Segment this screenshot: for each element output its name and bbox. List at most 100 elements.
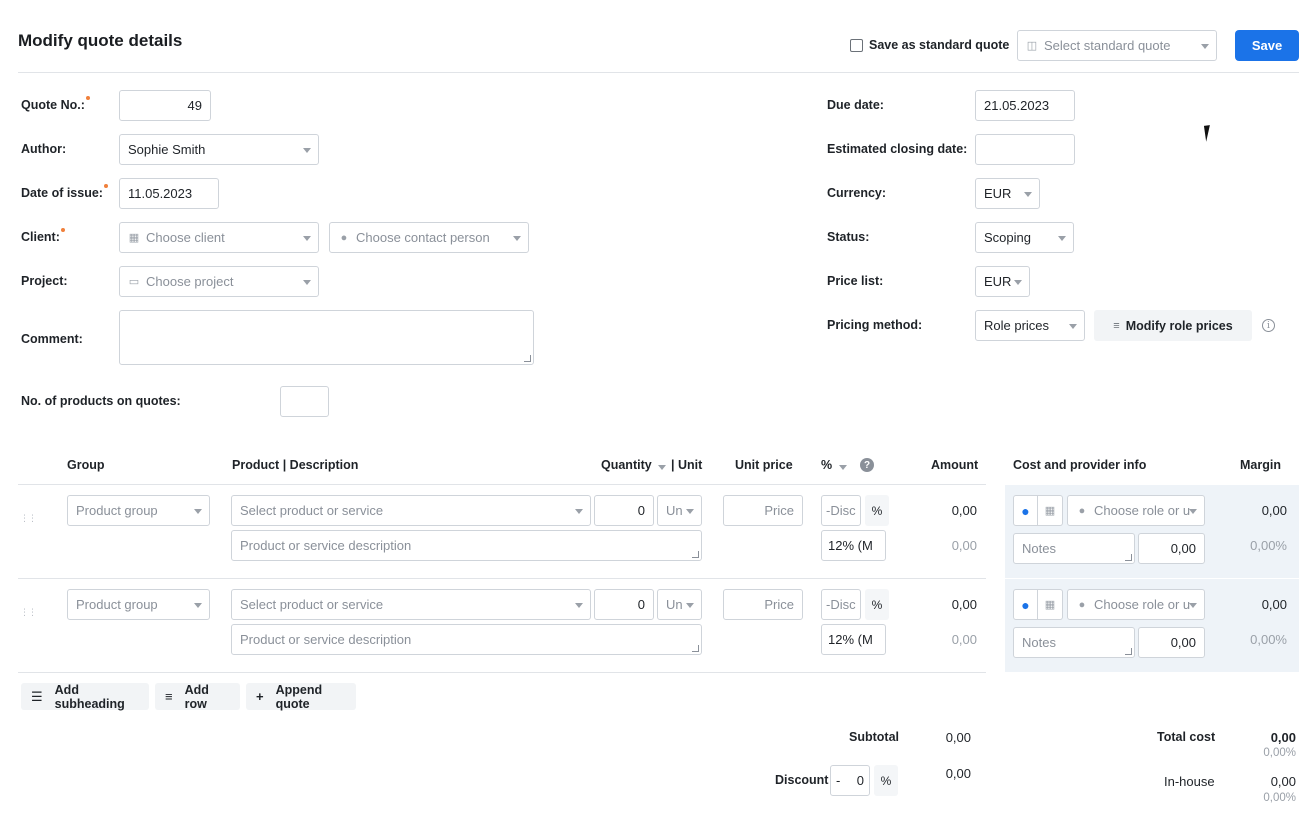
chevron-down-icon (1189, 508, 1197, 514)
author-select[interactable]: Sophie Smith (119, 134, 319, 165)
append-quote-button[interactable]: + Append quote (246, 682, 356, 711)
role-placeholder: Choose role or u (1094, 597, 1191, 612)
amount-value: 0,00 (951, 597, 977, 612)
chevron-down-icon (303, 235, 311, 241)
product-select[interactable]: Select product or service (231, 589, 591, 620)
subtotal-value: 0,00 (945, 730, 971, 745)
cost-input[interactable]: 0,00 (1138, 627, 1205, 658)
building-icon: ▦ (128, 232, 140, 244)
closing-date-input[interactable] (975, 134, 1075, 165)
contact-person-select[interactable]: ● Choose contact person (329, 222, 529, 253)
add-row-button[interactable]: ≡ Add row (155, 683, 240, 711)
mouse-cursor-icon (1203, 124, 1219, 142)
column-header-quantity[interactable]: Quantity (601, 458, 652, 472)
comment-textarea[interactable] (119, 310, 534, 365)
chevron-down-icon (1189, 602, 1197, 608)
discount-label: Discount (775, 773, 829, 787)
description-textarea[interactable]: Product or service description (231, 624, 702, 655)
client-label: Client: (21, 228, 65, 244)
add-subheading-button[interactable]: ☰ Add subheading (21, 682, 149, 711)
save-standard-label[interactable]: Save as standard quote (869, 38, 1009, 52)
table-header-divider (18, 484, 986, 485)
drag-handle-icon[interactable]: ⋮⋮ (20, 513, 37, 524)
save-button[interactable]: Save (1235, 30, 1299, 61)
chevron-down-icon (194, 508, 202, 514)
price-list-select[interactable]: EUR (975, 266, 1030, 297)
unit-select[interactable]: Un (657, 589, 702, 620)
price-input[interactable]: Price (723, 495, 803, 526)
resize-handle-icon[interactable] (524, 355, 531, 362)
status-select[interactable]: Scoping (975, 222, 1074, 253)
role-select[interactable]: ● Choose role or u (1067, 589, 1205, 620)
discount-value: 0 (856, 773, 864, 788)
status-value: Scoping (984, 230, 1031, 245)
save-standard-checkbox[interactable] (850, 39, 863, 52)
price-input[interactable]: Price (723, 589, 803, 620)
client-select[interactable]: ▦ Choose client (119, 222, 319, 253)
notes-placeholder: Notes (1022, 541, 1056, 556)
discount-amount-value: 0,00 (945, 766, 971, 781)
product-placeholder: Select product or service (240, 597, 384, 612)
help-icon[interactable]: ? (860, 458, 874, 472)
person-toggle-icon[interactable]: ● (1013, 495, 1038, 526)
chevron-down-icon (575, 602, 583, 608)
person-icon: ● (1078, 598, 1086, 611)
product-group-placeholder: Product group (76, 503, 158, 518)
unit-value: Un (666, 597, 683, 612)
role-placeholder: Choose role or u (1094, 503, 1191, 518)
resize-handle-icon[interactable] (692, 645, 699, 652)
description-textarea[interactable]: Product or service description (231, 530, 702, 561)
person-toggle-icon[interactable]: ● (1013, 589, 1038, 620)
discount-unit-button[interactable]: % (865, 589, 889, 620)
chevron-down-icon (686, 508, 694, 514)
margin-percent-value: 0,00% (1250, 538, 1287, 553)
drag-handle-icon[interactable]: ⋮⋮ (20, 607, 37, 618)
product-select[interactable]: Select product or service (231, 495, 591, 526)
due-date-input[interactable]: 21.05.2023 (975, 90, 1075, 121)
role-select[interactable]: ● Choose role or u (1067, 495, 1205, 526)
date-of-issue-input[interactable]: 11.05.2023 (119, 178, 219, 209)
products-count-input[interactable] (280, 386, 329, 417)
resize-handle-icon[interactable] (1125, 554, 1132, 561)
currency-select[interactable]: EUR (975, 178, 1040, 209)
notes-input[interactable]: Notes (1013, 533, 1135, 564)
total-discount-input[interactable]: - 0 (830, 765, 870, 796)
cost-input[interactable]: 0,00 (1138, 533, 1205, 564)
discount-unit-button[interactable]: % (865, 495, 889, 526)
row-divider (18, 672, 986, 673)
pricing-method-label: Pricing method: (827, 318, 923, 332)
pricing-method-select[interactable]: Role prices (975, 310, 1085, 341)
discount-input[interactable]: -Disc (821, 589, 861, 620)
description-placeholder: Product or service description (240, 632, 412, 647)
products-count-label: No. of products on quotes: (21, 394, 181, 408)
document-icon: ◫ (1026, 40, 1038, 52)
quantity-input[interactable]: 0 (594, 589, 654, 620)
percent-dropdown-icon[interactable] (839, 465, 847, 470)
total-cost-percent: 0,00% (1263, 747, 1296, 759)
product-group-select[interactable]: Product group (67, 589, 210, 620)
quantity-input[interactable]: 0 (594, 495, 654, 526)
modify-role-prices-button[interactable]: ≡ Modify role prices (1094, 310, 1252, 341)
total-discount-unit-button[interactable]: % (874, 765, 898, 796)
subtotal-label: Subtotal (849, 730, 899, 744)
quantity-sort-icon[interactable] (658, 465, 666, 470)
vat-select[interactable]: 12% (M (821, 530, 886, 561)
resize-handle-icon[interactable] (692, 551, 699, 558)
info-icon[interactable]: i (1262, 319, 1275, 332)
project-select[interactable]: ▭ Choose project (119, 266, 319, 297)
vat-select[interactable]: 12% (M (821, 624, 886, 655)
discount-input[interactable]: -Disc (821, 495, 861, 526)
append-quote-label: Append quote (275, 682, 323, 711)
notes-input[interactable]: Notes (1013, 627, 1135, 658)
unit-select[interactable]: Un (657, 495, 702, 526)
column-header-percent[interactable]: % (821, 458, 832, 472)
supplier-toggle-icon[interactable]: ▦ (1038, 589, 1063, 620)
resize-handle-icon[interactable] (1125, 648, 1132, 655)
chevron-down-icon (303, 147, 311, 153)
project-label: Project: (21, 274, 68, 288)
standard-quote-select[interactable]: ◫ Select standard quote (1017, 30, 1217, 61)
supplier-toggle-icon[interactable]: ▦ (1038, 495, 1063, 526)
add-subheading-label: Add subheading (54, 682, 125, 711)
quote-no-input[interactable]: 49 (119, 90, 211, 121)
product-group-select[interactable]: Product group (67, 495, 210, 526)
